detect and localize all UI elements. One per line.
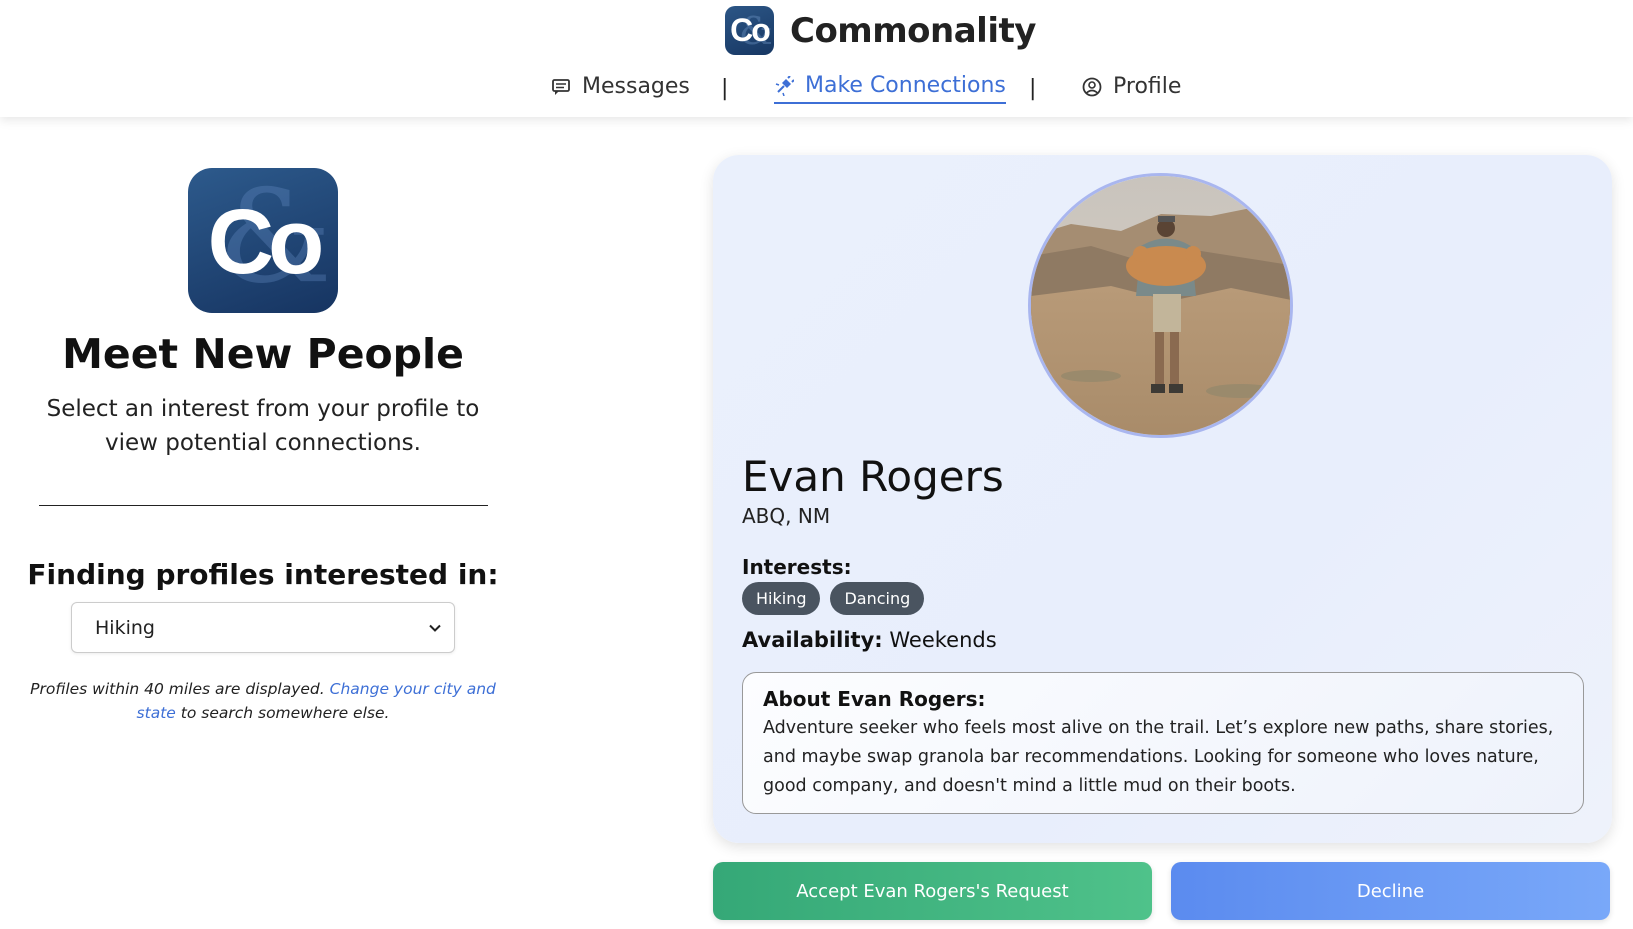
nav-messages-label: Messages [582,74,690,99]
plug-icon [775,75,794,96]
profile-location: ABQ, NM [742,504,831,528]
page-subtitle: Select an interest from your profile to … [46,396,480,456]
accept-request-button[interactable]: Accept Evan Rogers's Request [713,862,1152,920]
nav-profile[interactable]: Profile [1082,74,1181,103]
about-title: About Evan Rogers: [763,687,986,711]
app-title: Commonality [790,10,1036,51]
top-header: & Co Commonality Messages | Make Connect… [0,0,1633,117]
profile-name: Evan Rogers [742,452,1004,501]
message-icon [552,78,570,95]
availability-value: Weekends [889,628,997,652]
decline-button[interactable]: Decline [1171,862,1610,920]
nav-messages[interactable]: Messages [551,74,690,103]
profile-photo-image [1031,176,1290,435]
user-circle-icon [1082,77,1102,96]
interest-tags: Hiking Dancing [742,582,925,615]
interests-label: Interests: [742,555,852,579]
about-text: Adventure seeker who feels most alive on… [763,718,1554,796]
availability: Availability: Weekends [742,628,997,652]
chevron-down-icon [429,624,441,632]
nav-separator: | [721,76,729,101]
brand-logo-text: Co [730,12,771,48]
distance-note: Profiles within 40 miles are displayed. … [10,677,516,725]
nav-profile-label: Profile [1113,74,1182,99]
main-nav: Messages | Make Connections | Profile [0,72,1633,106]
distance-note-text: Profiles within 40 miles are displayed. [30,680,325,698]
interest-tag: Dancing [830,582,925,615]
interest-filter-label: Finding profiles interested in: [27,558,499,591]
interest-select-value: Hiking [95,616,155,639]
logo-text: Co [207,191,325,293]
commonality-logo: & Co [188,168,338,313]
profile-photo [1028,173,1293,438]
brand-logo: & Co [725,6,774,55]
divider [39,505,488,506]
profile-card: Evan Rogers ABQ, NM Interests: Hiking Da… [713,155,1612,843]
availability-label: Availability: [742,628,883,652]
nav-make-connections[interactable]: Make Connections [774,73,1006,104]
brand[interactable]: & Co Commonality [725,6,1036,55]
interest-select[interactable]: Hiking [71,602,455,653]
interest-tag: Hiking [742,582,821,615]
about-section: About Evan Rogers: Adventure seeker who … [742,672,1584,814]
distance-note-suffix: to search somewhere else. [180,704,390,722]
nav-make-connections-label: Make Connections [805,73,1006,98]
nav-separator: | [1029,76,1037,101]
page-title: Meet New People [62,330,464,378]
